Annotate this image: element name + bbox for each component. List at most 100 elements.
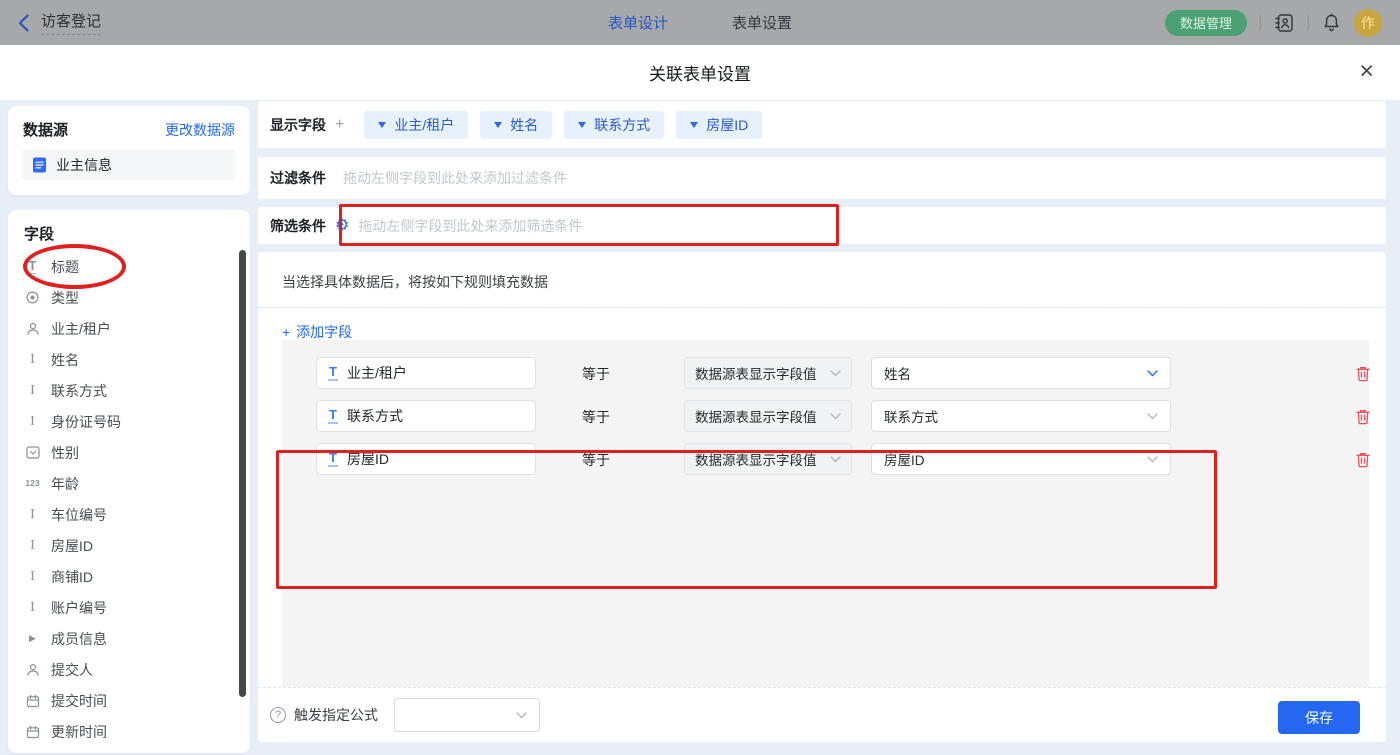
help-icon[interactable]: ? — [270, 707, 286, 723]
delete-rule-button[interactable] — [1354, 365, 1371, 382]
calendar-icon — [24, 725, 41, 739]
field-label: 姓名 — [51, 350, 79, 370]
gear-icon[interactable]: ⚙ — [335, 218, 349, 234]
arrow-right-icon: ▶ — [24, 634, 41, 643]
rule-field-name: 联系方式 — [347, 406, 403, 426]
divider — [258, 307, 1386, 308]
screening-conditions-label: 筛选条件 — [270, 216, 326, 236]
field-item[interactable]: I身份证号码 — [8, 406, 250, 437]
save-button[interactable]: 保存 — [1278, 701, 1360, 734]
field-label: 性别 — [51, 443, 79, 463]
modal-body: 数据源 更改数据源 业主信息 字段 T标题类型业主/租户I姓名I联系方式I身份证… — [0, 100, 1400, 755]
rule-operator: 等于 — [582, 450, 610, 470]
field-item[interactable]: 提交人 — [8, 654, 250, 685]
form-title: 访客登记 — [41, 10, 101, 35]
title-icon: T — [24, 259, 41, 274]
field-list: T标题类型业主/租户I姓名I联系方式I身份证号码性别123年龄I车位编号I房屋I… — [8, 251, 250, 747]
display-field-tag[interactable]: 房屋ID — [676, 111, 762, 139]
formula-select[interactable] — [394, 698, 540, 732]
add-display-field-button[interactable]: + — [335, 116, 344, 134]
rule-source-select[interactable]: 数据源表显示字段值 — [684, 443, 852, 475]
chevron-down-icon — [1147, 413, 1158, 420]
fill-rules-note: 当选择具体数据后，将按如下规则填充数据 — [258, 252, 1386, 307]
plus-icon: + — [282, 324, 290, 340]
display-field-tag[interactable]: 姓名 — [480, 111, 552, 139]
datasource-item[interactable]: 业主信息 — [22, 149, 236, 180]
select-icon — [24, 446, 41, 459]
chevron-down-icon — [830, 370, 841, 377]
text-icon: I — [24, 570, 41, 584]
chevron-down-icon — [1147, 456, 1158, 463]
delete-rule-button[interactable] — [1354, 408, 1371, 425]
field-label: 成员信息 — [51, 629, 107, 649]
display-field-tag-label: 业主/租户 — [394, 115, 454, 135]
field-item[interactable]: I车位编号 — [8, 499, 250, 530]
rule-value-value: 房屋ID — [884, 449, 925, 469]
calendar-icon — [24, 694, 41, 708]
bell-icon[interactable] — [1322, 13, 1341, 33]
rule-source-value: 数据源表显示字段值 — [695, 449, 817, 469]
rule-field-input[interactable]: T 联系方式 — [316, 400, 536, 432]
chevron-down-icon — [1147, 370, 1158, 377]
field-label: 商铺ID — [51, 567, 93, 587]
rule-value-select[interactable]: 房屋ID — [871, 443, 1171, 475]
field-item[interactable]: I联系方式 — [8, 375, 250, 406]
field-label: 账户编号 — [51, 598, 107, 618]
rule-source-select[interactable]: 数据源表显示字段值 — [684, 357, 852, 389]
back-button[interactable] — [18, 14, 29, 32]
field-item[interactable]: I 商铺ID — [8, 561, 250, 592]
caret-down-icon — [378, 122, 386, 128]
change-datasource-link[interactable]: 更改数据源 — [165, 120, 235, 140]
text-icon: I — [24, 415, 41, 429]
text-icon: T — [328, 365, 338, 381]
field-item[interactable]: 123 年龄 — [8, 468, 250, 499]
rule-row: T业主/租户 等于 数据源表显示字段值姓名 — [282, 357, 1369, 389]
filter-conditions-row[interactable]: 过滤条件 拖动左侧字段到此处来添加过滤条件 — [258, 157, 1386, 199]
field-item[interactable]: ▶ 成员信息 — [8, 623, 250, 654]
field-label: 提交时间 — [51, 691, 107, 711]
rule-operator: 等于 — [582, 364, 610, 384]
scrollbar-thumb[interactable] — [239, 250, 246, 697]
modal-title: 关联表单设置 — [649, 60, 751, 85]
field-item[interactable]: 类型 — [8, 282, 250, 313]
field-label: 联系方式 — [51, 381, 107, 401]
field-item[interactable]: I房屋ID — [8, 530, 250, 561]
app-header: 访客登记 表单设计 表单设置 数据管理 作 — [0, 0, 1400, 45]
text-icon: I — [24, 508, 41, 522]
delete-rule-button[interactable] — [1354, 451, 1371, 468]
display-field-tag-label: 姓名 — [510, 115, 538, 135]
field-item[interactable]: 更新时间 — [8, 716, 250, 747]
add-field-button[interactable]: + 添加字段 — [282, 322, 352, 342]
field-label: 年龄 — [51, 474, 79, 494]
rule-field-input[interactable]: T业主/租户 — [316, 357, 536, 389]
screening-conditions-row[interactable]: 筛选条件 ⚙ 拖动左侧字段到此处来添加筛选条件 — [258, 207, 1386, 244]
trash-icon — [1354, 408, 1371, 425]
rule-value-value: 联系方式 — [884, 406, 938, 426]
display-field-tag[interactable]: 联系方式 — [564, 111, 664, 139]
rule-source-value: 数据源表显示字段值 — [695, 406, 817, 426]
display-field-tag[interactable]: 业主/租户 — [364, 111, 468, 139]
field-item[interactable]: 性别 — [8, 437, 250, 468]
avatar[interactable]: 作 — [1354, 9, 1382, 37]
filter-conditions-label: 过滤条件 — [270, 168, 326, 188]
tab-form-settings[interactable]: 表单设置 — [732, 12, 792, 33]
close-icon[interactable]: × — [1359, 59, 1374, 84]
field-item[interactable]: 业主/租户 — [8, 313, 250, 344]
number-icon: 123 — [24, 479, 41, 488]
contacts-icon[interactable] — [1274, 13, 1295, 33]
display-fields-label: 显示字段 — [270, 115, 326, 135]
field-item[interactable]: T标题 — [8, 251, 250, 282]
rule-value-select[interactable]: 姓名 — [871, 357, 1171, 389]
field-item[interactable]: I账户编号 — [8, 592, 250, 623]
rule-row: T房屋ID 等于 数据源表显示字段值 房屋ID — [282, 443, 1369, 475]
rule-field-input[interactable]: T房屋ID — [316, 443, 536, 475]
text-icon: T — [328, 408, 338, 424]
rule-source-select[interactable]: 数据源表显示字段值 — [684, 400, 852, 432]
tab-form-design[interactable]: 表单设计 — [608, 12, 668, 33]
rule-value-select[interactable]: 联系方式 — [871, 400, 1171, 432]
field-item[interactable]: I姓名 — [8, 344, 250, 375]
person-icon — [24, 322, 41, 336]
data-manage-button[interactable]: 数据管理 — [1165, 10, 1247, 36]
field-item[interactable]: 提交时间 — [8, 685, 250, 716]
datasource-title: 数据源 — [23, 119, 68, 140]
